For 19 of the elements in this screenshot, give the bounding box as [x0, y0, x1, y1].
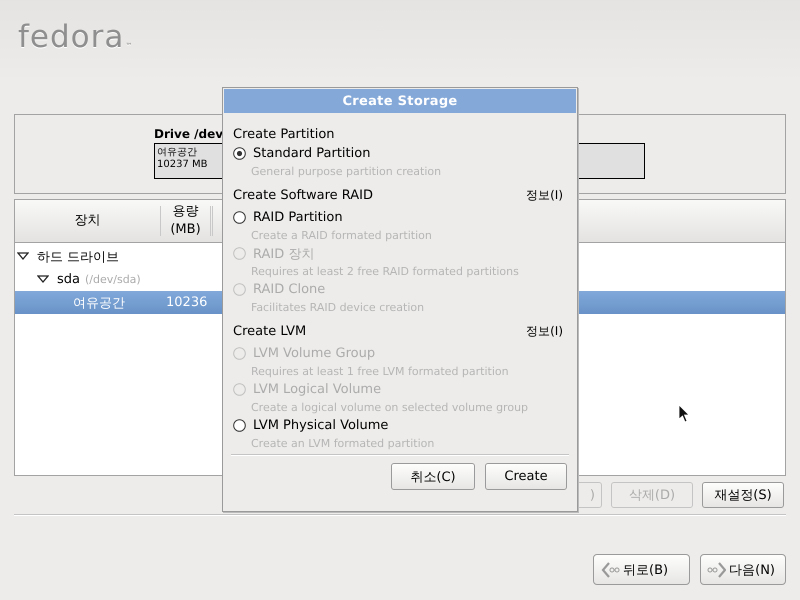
option-description: Requires at least 1 free LVM formated partition	[250, 364, 510, 380]
option-description: Create a RAID formated partition	[250, 228, 433, 244]
drive-title: Drive /dev	[154, 126, 224, 142]
section-heading: Create Partition	[233, 126, 335, 142]
device-name: 하드 드라이브	[37, 248, 120, 266]
segment-size: 10237 MB	[157, 159, 208, 171]
option-description: General purpose partition creation	[250, 164, 442, 180]
dialog-title: Create Storage	[224, 89, 576, 113]
section-heading: Create Software RAID	[233, 188, 374, 202]
option-description: Create a logical volume on selected volume group	[250, 400, 530, 416]
device-path: (/dev/sda)	[85, 273, 141, 286]
segment-label: 여유공간	[157, 147, 197, 159]
option-description: Create an LVM formated partition	[250, 436, 436, 452]
section-heading: Create LVM	[233, 324, 306, 338]
size-cell: 10236	[166, 295, 208, 310]
option-description: Facilitates RAID device creation	[250, 300, 426, 316]
option-description: Requires at least 2 free RAID formated partitions	[250, 264, 520, 280]
device-name: sda	[57, 272, 80, 287]
device-name: 여유공간	[73, 294, 125, 312]
